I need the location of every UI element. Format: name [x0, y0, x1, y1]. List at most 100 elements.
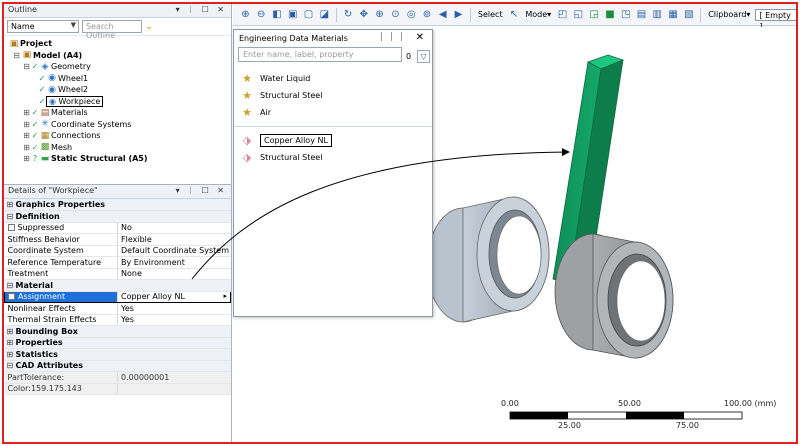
- detail-row-assignment[interactable]: Assignment Copper Alloy NL ▸: [4, 290, 231, 303]
- checkbox[interactable]: [8, 293, 15, 301]
- section-statistics[interactable]: ⊞ Statistics: [4, 348, 231, 361]
- detail-row-thermal-strain[interactable]: Thermal Strain Effects Yes: [4, 314, 231, 326]
- search-outline-input[interactable]: Search Outline: [82, 20, 142, 40]
- view-cube-icon[interactable]: ◧: [271, 8, 284, 22]
- detail-row-stiffness[interactable]: Stiffness Behavior Flexible: [4, 233, 231, 246]
- collapse-icon[interactable]: ⊟: [7, 361, 16, 370]
- mode-dropdown[interactable]: Mode▾: [523, 10, 553, 19]
- select-node-icon[interactable]: ◳: [619, 8, 632, 22]
- select-body-icon[interactable]: ■: [604, 8, 617, 22]
- expand-icon[interactable]: ⊞: [22, 154, 31, 163]
- assignment-dropdown[interactable]: Copper Alloy NL ▸: [117, 290, 231, 303]
- select-face-icon[interactable]: ◲: [588, 8, 601, 22]
- zoom-out-icon[interactable]: ⊖: [255, 8, 268, 22]
- tree-item-materials[interactable]: ⊞ ✓ ▤ Materials: [8, 107, 227, 119]
- detail-value[interactable]: Flexible: [117, 233, 231, 246]
- material-item-structural-steel-fav[interactable]: ★ Structural Steel: [234, 87, 432, 104]
- tree-item-coordinate-systems[interactable]: ⊞ ✓ ✳ Coordinate Systems: [8, 119, 227, 131]
- expand-icon[interactable]: ⊞: [22, 120, 31, 129]
- zoom-box-icon[interactable]: ⊙: [389, 8, 402, 22]
- next-view-icon[interactable]: ▶: [452, 8, 465, 22]
- previous-view-icon[interactable]: ◀: [436, 8, 449, 22]
- detail-value[interactable]: None: [117, 268, 231, 280]
- section-material[interactable]: ⊟ Material: [4, 279, 231, 292]
- clipboard-dropdown[interactable]: Clipboard▾: [706, 10, 752, 19]
- material-item-structural-steel[interactable]: ⬗ Structural Steel: [234, 149, 432, 166]
- tree-label: Project: [20, 39, 53, 49]
- tree-label: Mesh: [51, 142, 73, 152]
- collapse-icon[interactable]: ⊟: [7, 281, 16, 290]
- render-icon[interactable]: ◪: [318, 8, 331, 22]
- detail-row-coordinate-system[interactable]: Coordinate System Default Coordinate Sys…: [4, 245, 231, 257]
- detail-value[interactable]: No: [117, 222, 231, 234]
- expand-icon[interactable]: ⊞: [7, 350, 16, 359]
- dropdown-arrow-icon[interactable]: ▸: [223, 292, 227, 300]
- zoom-in-icon[interactable]: ⊕: [373, 8, 386, 22]
- collapse-icon[interactable]: ⊟: [22, 62, 31, 71]
- detail-value[interactable]: Yes: [117, 314, 231, 326]
- collapse-icon[interactable]: ⊟: [7, 212, 16, 221]
- expand-icon[interactable]: ⊞: [7, 327, 16, 336]
- detail-value[interactable]: Yes: [117, 302, 231, 315]
- expand-icon[interactable]: ⊞: [7, 338, 16, 347]
- detail-row-nonlinear-effects[interactable]: Nonlinear Effects Yes: [4, 302, 231, 315]
- detail-row-suppressed[interactable]: Suppressed No: [4, 222, 231, 234]
- section-graphics-properties[interactable]: ⊞ Graphics Properties: [4, 199, 231, 211]
- select-edge-icon[interactable]: ◱: [572, 8, 585, 22]
- name-filter-select[interactable]: Name ▼: [7, 20, 79, 33]
- wireframe-icon[interactable]: ▢: [302, 8, 315, 22]
- scale-label-100: 100.00 (mm): [724, 399, 777, 408]
- cursor-icon[interactable]: ↖: [508, 8, 521, 22]
- tree-item-connections[interactable]: ⊞ ✓ ▦ Connections: [8, 130, 227, 142]
- expand-icon[interactable]: ⊞: [22, 131, 31, 140]
- filter-icon[interactable]: ▽: [417, 50, 430, 63]
- wheel1-body[interactable]: [426, 196, 550, 323]
- wheel2-body[interactable]: [554, 233, 674, 359]
- rotate-icon[interactable]: ↻: [342, 8, 355, 22]
- select-vertex-icon[interactable]: ◰: [556, 8, 569, 22]
- select-button[interactable]: Select: [476, 10, 505, 19]
- tree-item-project[interactable]: ▣ Project: [8, 38, 227, 50]
- detail-row-treatment[interactable]: Treatment None: [4, 268, 231, 280]
- detail-value[interactable]: Default Coordinate System: [117, 245, 231, 257]
- pan-icon[interactable]: ✥: [357, 8, 370, 22]
- section-cad-attributes[interactable]: ⊟ CAD Attributes: [4, 360, 231, 372]
- tree-item-mesh[interactable]: ⊞ ✓ ▩ Mesh: [8, 142, 227, 154]
- tree-item-wheel1[interactable]: ✓ ◉ Wheel1: [8, 73, 227, 85]
- expand-icon[interactable]: ⊞: [22, 108, 31, 117]
- tree-item-geometry[interactable]: ⊟ ✓ ◈ Geometry: [8, 61, 227, 73]
- section-label: CAD Attributes: [15, 361, 83, 371]
- outline-panel-controls[interactable]: ▾ ᛁ ☐ ✕: [176, 5, 227, 14]
- shaded-icon[interactable]: ▣: [286, 8, 299, 22]
- detail-value[interactable]: By Environment: [117, 256, 231, 269]
- material-search-input[interactable]: Enter name, label, property: [238, 47, 402, 62]
- select-all-icon[interactable]: ▧: [682, 8, 695, 22]
- tree-item-static-structural[interactable]: ⊞ ? ▬ Static Structural (A5): [8, 153, 227, 165]
- expand-icon[interactable]: ⊞: [7, 200, 16, 209]
- tree-item-wheel2[interactable]: ✓ ◉ Wheel2: [8, 84, 227, 96]
- select-element-icon[interactable]: ▤: [635, 8, 648, 22]
- material-item-water-liquid[interactable]: ★ Water Liquid: [234, 70, 432, 87]
- detail-key: Suppressed: [17, 223, 65, 233]
- filter-icon[interactable]: ⌄: [145, 21, 153, 32]
- magnifier-icon[interactable]: ⊚: [421, 8, 434, 22]
- checkbox[interactable]: [7, 224, 15, 232]
- convert-icon[interactable]: ▦: [667, 8, 680, 22]
- material-item-copper-alloy-nl[interactable]: ⬗ Copper Alloy NL: [234, 132, 432, 149]
- collapse-icon[interactable]: ⊟: [12, 51, 21, 60]
- zoom-fit-icon[interactable]: ◎: [405, 8, 418, 22]
- popup-title: Engineering Data Materials: [239, 34, 348, 43]
- scale-label-25: 25.00: [558, 421, 581, 430]
- section-bounding-box[interactable]: ⊞ Bounding Box: [4, 325, 231, 338]
- tree-item-model[interactable]: ⊟ ▣ Model (A4): [8, 50, 227, 62]
- tree-item-workpiece[interactable]: ✓ ◉ Workpiece: [8, 95, 227, 108]
- extend-icon[interactable]: ▥: [651, 8, 664, 22]
- detail-row-reference-temperature[interactable]: Reference Temperature By Environment: [4, 256, 231, 269]
- section-properties[interactable]: ⊞ Properties: [4, 337, 231, 349]
- material-item-air[interactable]: ★ Air: [234, 104, 432, 121]
- expand-icon[interactable]: ⊞: [22, 143, 31, 152]
- section-definition[interactable]: ⊟ Definition: [4, 210, 231, 223]
- popup-controls[interactable]: ᛁᛁᛁ ✕: [378, 32, 428, 43]
- details-panel-controls[interactable]: ▾ ᛁ ☐ ✕: [176, 186, 227, 195]
- zoom-icon[interactable]: ⊕: [239, 8, 252, 22]
